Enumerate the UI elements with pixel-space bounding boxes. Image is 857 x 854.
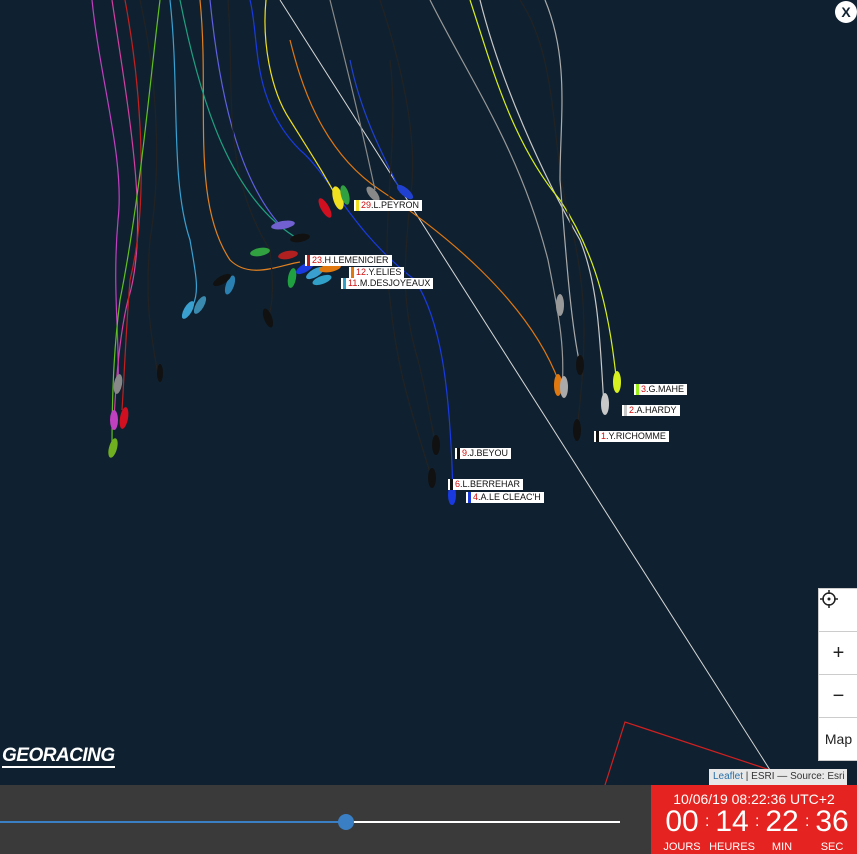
countdown-seconds: 36 [815,805,849,838]
boat-label-peyron[interactable]: 29.L.PEYRON [354,200,423,211]
boat-label-elies[interactable]: 12.Y.ELIES [349,267,405,278]
boat-color-swatch [356,200,359,211]
leaflet-link[interactable]: Leaflet [713,771,743,782]
boat-label-lecleach[interactable]: 4.A.LE CLEAC'H [466,492,544,503]
map-layer-button[interactable]: Map [819,718,857,760]
crosshair-icon [820,590,838,608]
boat-color-swatch [307,255,310,266]
map-attribution: Leaflet | ESRI — Source: Esri [709,769,847,785]
label-seconds: SEC [820,841,844,853]
timeline-progress [0,821,346,823]
close-button[interactable]: X [835,1,857,23]
countdown-minutes: 22 [765,805,799,838]
zoom-out-button[interactable]: − [819,675,857,718]
close-icon: X [841,4,851,20]
boat-label-hardy[interactable]: 2.A.HARDY [622,405,680,416]
locate-button[interactable] [819,589,857,632]
zoom-in-button[interactable]: + [819,632,857,675]
boat-label-berrehar[interactable]: 6.L.BERREHAR [448,479,524,490]
boat-label-richomme[interactable]: 1.Y.RICHOMME [594,431,669,442]
boat-label-mahe[interactable]: 3.G.MAHE [634,384,688,395]
boat-color-swatch [596,431,599,442]
timeline-bar: 10/06/19 08:22:36 UTC+2 00 : 14 : 22 : 3… [0,785,857,854]
label-hours: HEURES [709,841,755,853]
race-clock: 10/06/19 08:22:36 UTC+2 00 : 14 : 22 : 3… [651,785,857,854]
countdown-hours: 14 [715,805,749,838]
timeline-slider-handle[interactable] [338,814,354,830]
boat-label-lemenicier[interactable]: 23.H.LEMENICIER [305,255,392,266]
countdown-days: 00 [665,805,699,838]
boat-color-swatch [457,448,460,459]
attribution-text: | ESRI — Source: Esri [743,771,845,782]
label-days: JOURS [663,841,701,853]
map-controls: + − Map [818,588,857,761]
race-map[interactable]: 29.L.PEYRON 23.H.LEMENICIER 12.Y.ELIES 1… [0,0,857,785]
race-tracks [91,0,771,785]
label-minutes: MIN [771,841,793,853]
boat-label-beyou[interactable]: 9.J.BEYOU [455,448,512,459]
boat-color-swatch [468,492,471,503]
boat-color-swatch [624,405,627,416]
boat-color-swatch [636,384,639,395]
boat-color-swatch [351,267,354,278]
boat-label-desjoyeaux[interactable]: 11.M.DESJOYEAUX [341,278,434,289]
georacing-logo[interactable]: GEORACING [2,746,115,768]
boat-color-swatch [450,479,453,490]
boat-color-swatch [343,278,346,289]
